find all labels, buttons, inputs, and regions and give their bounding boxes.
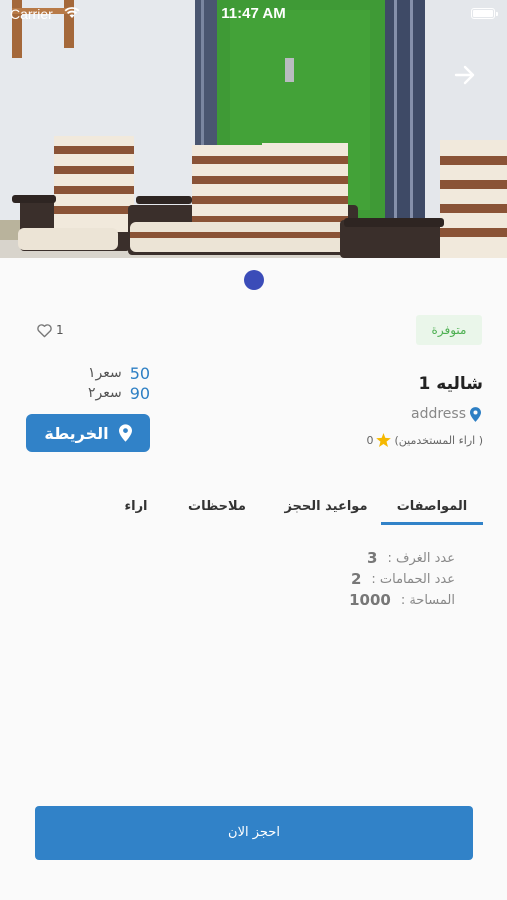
favorite-button[interactable]: 1	[36, 320, 64, 340]
spec-label: المساحة :	[400, 592, 455, 608]
price-value: 90	[129, 383, 151, 403]
listing-title: شاليه 1	[418, 374, 484, 394]
tab-booking-times[interactable]: مواعيد الحجز	[270, 492, 382, 526]
address-text: address	[410, 406, 466, 422]
location-pin-icon	[470, 406, 481, 422]
star-icon	[376, 433, 392, 447]
spec-value: 3	[367, 549, 378, 567]
reviews-label: (اراء المستخدمين )	[394, 433, 483, 447]
tab-reviews[interactable]: اراء	[104, 492, 168, 526]
price-value: 50	[129, 363, 151, 383]
status-bar: Carrier 11:47 AM	[0, 0, 507, 28]
hero-photo	[0, 0, 507, 258]
tab-notes[interactable]: ملاحظات	[170, 492, 264, 526]
rating-summary[interactable]: 0 (اراء المستخدمين )	[366, 433, 483, 447]
heart-outline-icon	[37, 323, 52, 337]
spec-value: 2	[350, 570, 362, 588]
map-button[interactable]: الخريطة	[26, 414, 150, 452]
book-now-button[interactable]: احجز الان	[35, 806, 473, 860]
price-label: سعر٢	[88, 385, 122, 401]
back-button[interactable]	[452, 62, 478, 88]
arrow-right-icon	[454, 65, 475, 85]
image-pager-dot[interactable]	[244, 270, 264, 290]
battery-icon	[471, 8, 498, 19]
spec-rooms: عدد الغرف : 3	[367, 549, 455, 567]
price-row-2: سعر٢ 90	[88, 383, 150, 403]
listing-address: address	[411, 406, 481, 422]
spec-label: عدد الحمامات :	[371, 571, 455, 587]
active-tab-indicator	[381, 522, 483, 525]
status-time: 11:47 AM	[221, 5, 286, 22]
map-button-label: الخريطة	[44, 423, 109, 443]
tab-specifications[interactable]: المواصفات	[381, 492, 483, 526]
spec-label: عدد الغرف :	[387, 550, 455, 566]
spec-area: المساحة : 1000	[349, 591, 455, 609]
spec-bathrooms: عدد الحمامات : 2	[351, 570, 455, 588]
price-label: سعر١	[88, 365, 122, 381]
hero-image: Carrier 11:47 AM	[0, 0, 507, 258]
price-row-1: سعر١ 50	[88, 363, 150, 383]
spec-value: 1000	[349, 591, 391, 609]
rating-value: 0	[366, 433, 374, 447]
availability-badge: متوفرة	[416, 315, 482, 345]
location-pin-icon	[118, 424, 132, 442]
favorites-count: 1	[56, 323, 64, 337]
